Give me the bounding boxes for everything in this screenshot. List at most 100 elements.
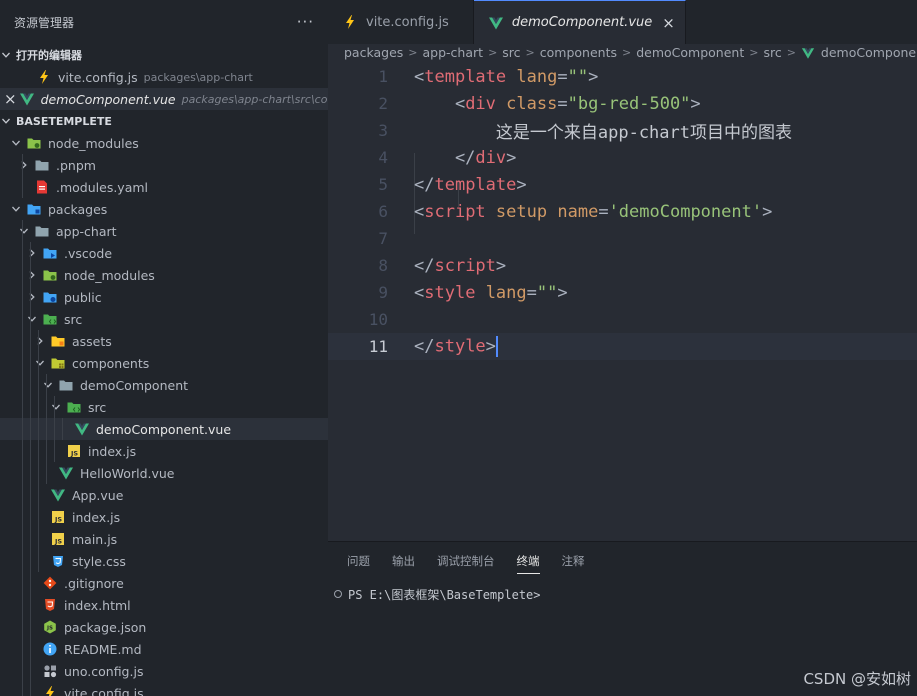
code-token-punc: [506, 67, 516, 87]
breadcrumb: packages > app-chart > src > components > demoCo…: [328, 44, 917, 61]
panel-tab[interactable]: 输出: [392, 542, 415, 580]
tree-item[interactable]: packages: [0, 198, 328, 220]
indent-guide: [22, 286, 23, 308]
chevron-down-icon: [42, 379, 54, 391]
code-line[interactable]: 3 这是一个来自app-chart项目中的图表: [328, 117, 917, 144]
terminal[interactable]: PS E:\图表框架\BaseTemplete>: [328, 580, 917, 608]
line-number: 11: [368, 337, 388, 356]
tab-vite-config-js[interactable]: vite.config.js: [328, 0, 474, 44]
more-actions-button[interactable]: ···: [297, 13, 314, 31]
svg-text:JS: JS: [46, 626, 53, 632]
panel-tab[interactable]: 注释: [562, 542, 585, 580]
tree-item[interactable]: vite.config.js: [0, 682, 328, 696]
code-line[interactable]: 4 </div>: [328, 144, 917, 171]
tree-item[interactable]: App.vue: [0, 484, 328, 506]
panel-tab[interactable]: 问题: [347, 542, 370, 580]
open-editor-path: packages\app-chart\src\co...: [181, 92, 328, 106]
tree-item[interactable]: README.md: [0, 638, 328, 660]
breadcrumb-item[interactable]: packages: [344, 45, 403, 60]
tree-item[interactable]: components: [0, 352, 328, 374]
code-line[interactable]: 8 </script>: [328, 252, 917, 279]
chevron-right-icon: [26, 269, 38, 281]
code-token-tag: template: [424, 66, 507, 87]
code-token-punc: >: [557, 282, 568, 303]
code-text: <div class="bg-red-500">: [414, 94, 701, 114]
code-line[interactable]: 7: [328, 225, 917, 252]
breadcrumb-item[interactable]: src: [763, 45, 781, 60]
panel-tab[interactable]: 终端: [516, 542, 540, 580]
code-line[interactable]: 6 <script setup name='demoComponent'>: [328, 198, 917, 225]
tree-item[interactable]: public: [0, 286, 328, 308]
tree-item[interactable]: demoComponent: [0, 374, 328, 396]
tree-item[interactable]: .modules.yaml: [0, 176, 328, 198]
tree-item-label: HelloWorld.vue: [80, 465, 175, 481]
breadcrumb-item[interactable]: components: [540, 45, 617, 60]
tree-item[interactable]: node_modules: [0, 264, 328, 286]
tree-item[interactable]: uno.config.js: [0, 660, 328, 682]
folder-components-icon: [50, 355, 66, 371]
indent-guide: [22, 176, 23, 198]
open-editors-section[interactable]: 打开的编辑器: [0, 44, 328, 66]
chevron-right-icon: [26, 291, 38, 303]
open-editor-item[interactable]: vite.config.js packages\app-chart: [0, 66, 328, 88]
tree-item[interactable]: JS main.js: [0, 528, 328, 550]
code-line[interactable]: 9 <style lang="">: [328, 279, 917, 306]
code-line[interactable]: 1 <template lang="">: [328, 63, 917, 90]
tree-item[interactable]: .vscode: [0, 242, 328, 264]
tab-demoComponent-vue[interactable]: demoComponent.vue ×: [473, 0, 686, 44]
code-line[interactable]: 10: [328, 306, 917, 333]
tree-item[interactable]: .pnpm: [0, 154, 328, 176]
tree-item-label: package.json: [64, 619, 147, 635]
tree-item[interactable]: HelloWorld.vue: [0, 462, 328, 484]
code-token-tag: script: [424, 201, 486, 222]
chevron-down-icon: [34, 357, 46, 369]
tree-item[interactable]: src: [0, 396, 328, 418]
tree-item[interactable]: JS package.json: [0, 616, 328, 638]
tree-item[interactable]: JS index.js: [0, 506, 328, 528]
code-token-punc: [496, 94, 506, 114]
close-icon[interactable]: ×: [4, 90, 17, 108]
tree-item[interactable]: index.html: [0, 594, 328, 616]
tree-item[interactable]: assets: [0, 330, 328, 352]
indent-guide: [22, 264, 23, 286]
code-line[interactable]: 11 </style>: [328, 333, 917, 360]
indent-guide: [38, 418, 39, 440]
tree-item-label: uno.config.js: [64, 663, 144, 679]
tree-item-label: vite.config.js: [64, 685, 144, 696]
terminal-status-icon: [334, 590, 342, 598]
code-text: <style lang="">: [414, 283, 568, 303]
tree-item[interactable]: style.css: [0, 550, 328, 572]
breadcrumb-item[interactable]: app-chart: [423, 45, 484, 60]
tree-item[interactable]: node_modules: [0, 132, 328, 154]
breadcrumb-separator: >: [525, 46, 535, 59]
code-line[interactable]: 2 <div class="bg-red-500">: [328, 90, 917, 117]
breadcrumb-item[interactable]: demoComponent: [636, 45, 744, 60]
tree-item[interactable]: JS index.js: [0, 440, 328, 462]
code-text: </script>: [414, 256, 506, 276]
vite-icon: [36, 69, 52, 85]
code-token-tag: div: [475, 147, 507, 168]
git-icon: [42, 575, 58, 591]
indent-guide: [22, 154, 23, 176]
open-editor-item[interactable]: × demoComponent.vue packages\app-chart\src…: [0, 88, 328, 110]
tree-item[interactable]: src: [0, 308, 328, 330]
tree-item[interactable]: demoComponent.vue: [0, 418, 328, 440]
close-icon[interactable]: ×: [662, 14, 675, 32]
panel-tab[interactable]: 调试控制台: [437, 542, 495, 580]
tree-item-label: index.html: [64, 597, 131, 613]
folder-src-icon: [66, 399, 82, 415]
code-line[interactable]: 5 </template>: [328, 171, 917, 198]
breadcrumb-file[interactable]: demoComponent.vue: [821, 45, 917, 60]
tree-item-label: demoComponent.vue: [96, 421, 232, 437]
project-section[interactable]: BASETEMPLETE: [0, 110, 328, 132]
code-editor[interactable]: 1 <template lang=""> 2 <div class="bg-red-…: [328, 63, 917, 360]
tree-item[interactable]: .gitignore: [0, 572, 328, 594]
uno-icon: [42, 663, 58, 679]
tree-item[interactable]: app-chart: [0, 220, 328, 242]
chevron-right-icon: [34, 335, 46, 347]
breadcrumb-item[interactable]: src: [502, 45, 520, 60]
